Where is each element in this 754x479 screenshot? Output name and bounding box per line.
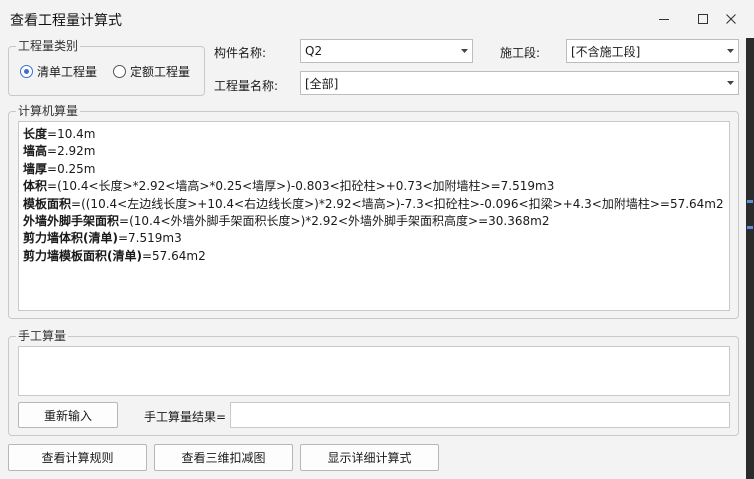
view-3d-deduction-button[interactable]: 查看三维扣减图 (154, 444, 293, 471)
quantity-name-label: 工程量名称: (214, 79, 279, 93)
formula-expression: =57.64m2 (141, 248, 206, 263)
section-select[interactable]: [不含施工段] (566, 39, 739, 63)
component-name-label: 构件名称: (214, 46, 267, 60)
dropdown-arrow-icon (722, 72, 738, 94)
formula-line: 剪力墙体积(清单)=7.519m3 (23, 230, 729, 247)
manual-calc-legend: 手工算量 (16, 329, 69, 343)
formula-line: 外墙外脚手架面积=(10.4<外墙外脚手架面积长度>)*2.92<外墙外脚手架面… (23, 213, 729, 230)
radio-checked-icon (20, 65, 33, 78)
manual-result-field[interactable] (230, 402, 730, 428)
section-label: 施工段: (500, 46, 541, 60)
formula-expression: =7.519m3 (117, 231, 182, 246)
maximize-button[interactable] (688, 0, 718, 38)
radio-label: 定额工程量 (130, 65, 191, 79)
formula-line: 剪力墙模板面积(清单)=57.64m2 (23, 248, 729, 265)
formula-line: 墙高=2.92m (23, 143, 729, 160)
formula-name: 剪力墙模板面积(清单) (23, 248, 142, 263)
formula-line: 墙厚=0.25m (23, 161, 729, 178)
formula-line: 长度=10.4m (23, 126, 729, 143)
formula-name: 墙厚 (23, 161, 48, 176)
radio-bill-quantity[interactable]: 清单工程量 (20, 63, 97, 80)
manual-result-label: 手工算量结果= (144, 410, 227, 424)
formula-expression: =(10.4<长度>*2.92<墙高>*0.25<墙厚>)-0.803<扣砼柱>… (47, 179, 555, 194)
quantity-type-legend: 工程量类别 (16, 39, 81, 53)
formula-name: 体积 (23, 179, 48, 194)
window-title: 查看工程量计算式 (10, 13, 122, 29)
formula-name: 外墙外脚手架面积 (23, 213, 120, 228)
computer-calc-legend: 计算机算量 (16, 104, 81, 118)
section-value: [不含施工段] (571, 44, 641, 59)
background-window-edge (746, 38, 754, 479)
minimize-icon (659, 19, 669, 20)
formula-name: 模板面积 (23, 196, 72, 211)
formula-text-area[interactable]: 长度=10.4m 墙高=2.92m 墙厚=0.25m 体积=(10.4<长度>*… (18, 121, 730, 311)
dropdown-arrow-icon (456, 40, 472, 62)
dropdown-arrow-icon (722, 40, 738, 62)
show-detail-formula-button[interactable]: 显示详细计算式 (300, 444, 439, 471)
reenter-button[interactable]: 重新输入 (18, 402, 118, 428)
component-name-select[interactable]: Q2 (300, 39, 473, 63)
maximize-icon (698, 14, 708, 24)
formula-name: 长度 (23, 127, 48, 141)
formula-expression: =(10.4<外墙外脚手架面积长度>)*2.92<外墙外脚手架面积高度>=30.… (119, 213, 550, 228)
background-marker (747, 226, 753, 229)
quantity-name-value: [全部] (305, 76, 339, 91)
radio-unchecked-icon (113, 65, 126, 78)
formula-name: 墙高 (23, 144, 48, 159)
formula-line: 模板面积=((10.4<左边线长度>+10.4<右边线长度>)*2.92<墙高>… (23, 196, 729, 213)
close-icon (726, 14, 736, 24)
formula-expression: =2.92m (47, 144, 96, 159)
formula-expression: =((10.4<左边线长度>+10.4<右边线长度>)*2.92<墙高>)-7.… (71, 196, 724, 211)
formula-expression: =10.4m (47, 127, 96, 141)
manual-expression-input[interactable] (18, 346, 730, 396)
radio-quota-quantity[interactable]: 定额工程量 (113, 63, 190, 80)
formula-line: 体积=(10.4<长度>*2.92<墙高>*0.25<墙厚>)-0.803<扣砼… (23, 178, 729, 195)
component-name-value: Q2 (305, 44, 323, 58)
background-marker (747, 200, 753, 203)
close-button[interactable] (716, 0, 746, 38)
radio-label: 清单工程量 (37, 65, 98, 79)
minimize-button[interactable] (649, 0, 679, 38)
view-calc-rules-button[interactable]: 查看计算规则 (8, 444, 147, 471)
formula-expression: =0.25m (47, 161, 96, 176)
formula-name: 剪力墙体积(清单) (23, 231, 118, 246)
quantity-name-select[interactable]: [全部] (300, 71, 739, 95)
